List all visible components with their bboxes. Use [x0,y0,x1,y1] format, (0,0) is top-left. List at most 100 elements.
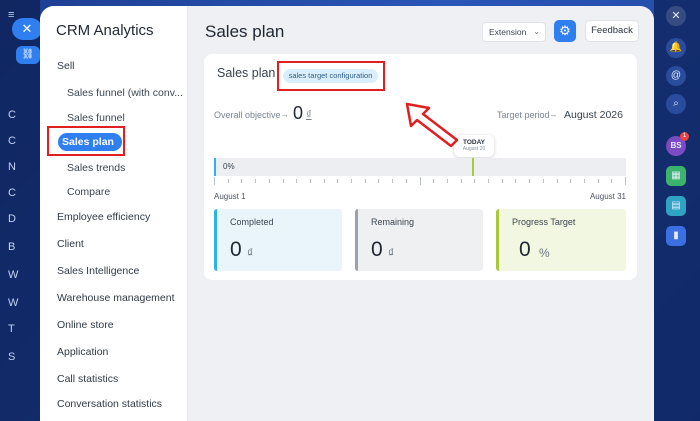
sidebar-section-sell[interactable]: Sell [57,60,75,72]
rail-item-5[interactable]: D [8,212,24,226]
rail-item-6[interactable]: B [8,240,24,254]
extension-select[interactable]: Extension ⌄ [482,22,546,42]
progress-percent: 0% [223,162,235,171]
timeline-tick [474,179,475,183]
timeline-tick [269,179,270,183]
chat-search-icon[interactable]: ⌕ [666,94,686,114]
analytics-panel: CRM Analytics Sell Sales funnel (with co… [40,6,654,421]
feedback-button[interactable]: Feedback [585,20,639,42]
stat-remaining-unit: ₫ [388,246,395,260]
stat-completed-value: 0 [230,238,242,261]
gear-icon: ⚙ [559,23,571,38]
timeline-tick [255,179,256,183]
timeline-tick [214,177,215,185]
timeline-tick [378,179,379,183]
sidebar-item-sales-trends[interactable]: Sales trends [67,162,125,174]
today-line [472,158,474,176]
timeline-tick [543,179,544,183]
bookmark-app-icon[interactable]: ▮ [666,226,686,246]
sidebar-section-application[interactable]: Application [57,346,108,358]
target-period-value[interactable]: August 2026 [564,109,623,121]
timeline-tick [557,179,558,183]
timeline-tick [488,179,489,183]
sales-plan-card: Sales plan sales target configuration Ov… [204,54,637,280]
axis-end-label: August 31 [589,192,626,201]
rail-item-4[interactable]: C [8,186,24,200]
stat-progress-unit: % [539,246,550,260]
close-menu-button[interactable]: ✕ [12,18,42,40]
stat-remaining-label: Remaining [371,217,415,227]
target-period-label: Target period [497,110,550,120]
drive-app-icon[interactable]: ▤ [666,196,686,216]
rail-item-8[interactable]: W [8,296,24,310]
overall-objective-value: 0 [293,103,304,123]
sales-target-configuration-button[interactable]: sales target configuration [283,69,378,83]
timeline-tick [515,179,516,183]
timeline-tick [502,179,503,183]
timeline-tick [625,177,626,185]
card-title: Sales plan [217,66,276,80]
rail-item-7[interactable]: W [8,268,24,282]
sidebar-section-call-statistics[interactable]: Call statistics [57,373,118,385]
settings-button[interactable]: ⚙ [554,20,576,42]
stat-remaining-value: 0 [371,238,383,261]
annotation-arrow-icon [405,102,459,148]
sidebar-section-online-store[interactable]: Online store [57,319,114,331]
page-title: Sales plan [205,22,285,41]
rail-item-2[interactable]: C [8,134,24,148]
sidebar-section-employee-efficiency[interactable]: Employee efficiency [57,211,150,223]
sidebar-section-conversation-statistics[interactable]: Conversation statistics [57,398,162,410]
stat-progress-label: Progress Target [512,217,576,227]
right-toolbar: ✕ 🔔 @ ⌕ BS 1 ▦ ▤ ▮ [654,0,700,421]
app-title: CRM Analytics [56,22,154,39]
stat-progress-value: 0 [519,238,531,261]
timeline-tick [433,179,434,183]
timeline-ticks [214,177,626,189]
progress-fill [214,158,216,176]
timeline-tick [351,179,352,183]
timeline-tick [310,179,311,183]
rail-item-3[interactable]: N [8,160,24,174]
stat-completed-label: Completed [230,217,274,227]
sidebar-section-client[interactable]: Client [57,238,84,250]
timeline-tick [283,179,284,183]
timeline-tick [324,179,325,183]
close-panel-button[interactable]: ✕ [666,6,686,26]
sidebar-item-sales-plan[interactable]: Sales plan [58,133,122,151]
notification-badge: 1 [680,132,689,141]
link-icon[interactable]: ⛓ [16,46,40,64]
sidebar-item-compare[interactable]: Compare [67,186,110,198]
rail-item-10[interactable]: S [8,350,24,364]
arrow-right-icon: → [280,109,289,119]
bell-icon[interactable]: 🔔 [666,38,686,58]
stat-remaining: Remaining 0 ₫ [355,209,483,271]
progress-bar: 0% [214,158,626,176]
overall-currency: ₫ [306,109,312,121]
timeline-tick [420,177,421,185]
timeline-tick [365,179,366,183]
rail-item-1[interactable]: C [8,108,24,122]
sidebar-item-sales-funnel[interactable]: Sales funnel [67,112,125,124]
timeline-tick [337,179,338,183]
timeline-tick [241,179,242,183]
overall-objective-label: Overall objective [214,110,281,120]
app-nav-rail: ≡ ✕ ⛓ C C N C D B W W T S [0,0,42,421]
sidebar: CRM Analytics Sell Sales funnel (with co… [40,6,188,421]
target-period-dash: – [551,110,557,120]
sidebar-section-sales-intelligence[interactable]: Sales Intelligence [57,265,139,277]
timeline-tick [228,179,229,183]
timeline-tick [598,179,599,183]
sidebar-item-sales-funnel-conversion[interactable]: Sales funnel (with conv... [67,87,183,99]
at-sign-icon[interactable]: @ [666,66,686,86]
timeline-tick [611,179,612,183]
extension-select-label: Extension [489,27,527,37]
stat-progress-target: Progress Target 0 % [496,209,626,271]
timeline-tick [529,179,530,183]
sidebar-section-warehouse-management[interactable]: Warehouse management [57,292,175,304]
rail-item-9[interactable]: T [8,322,24,336]
calendar-app-icon[interactable]: ▦ [666,166,686,186]
stat-completed: Completed 0 ₫ [214,209,342,271]
stat-completed-unit: ₫ [247,246,254,260]
timeline-tick [392,179,393,183]
timeline-tick [447,179,448,183]
